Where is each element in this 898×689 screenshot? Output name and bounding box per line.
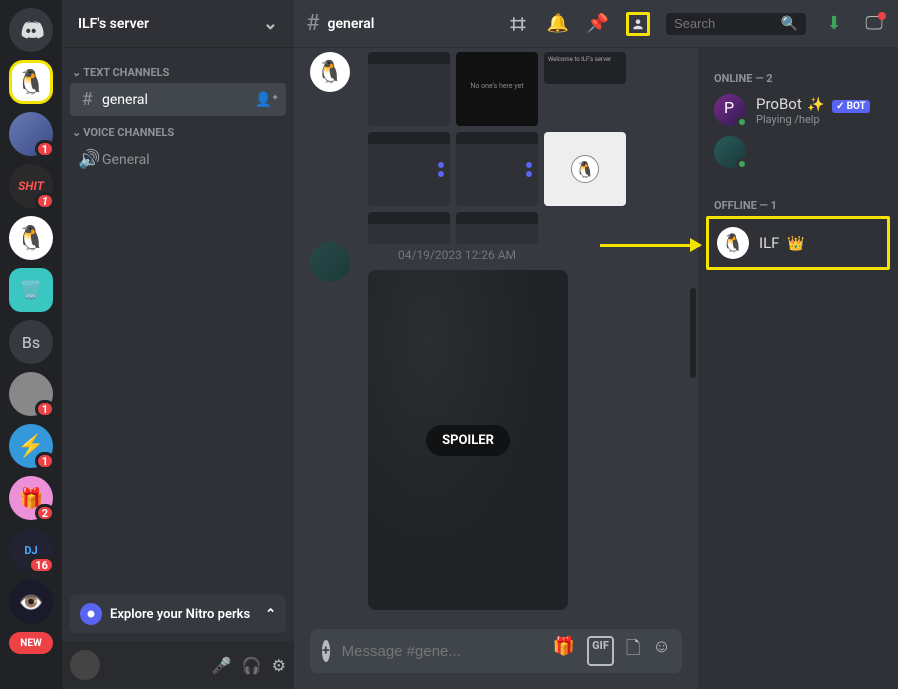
chevron-up-icon: ⌃ (265, 607, 276, 622)
spoiler-label: SPOILER (426, 425, 510, 456)
voice-channel-general[interactable]: 🔊 General (70, 143, 286, 176)
member-probot[interactable]: P ProBot ✨ ✓ BOT Playing /help (706, 89, 890, 131)
spoiler-attachment[interactable]: SPOILER (368, 270, 568, 610)
member-list: ONLINE — 2 P ProBot ✨ ✓ BOT Playing /hel… (698, 48, 898, 689)
settings-icon[interactable]: ⚙ (272, 656, 286, 675)
main-area: # general 🔔 📌 🔍 ⬇ 🖵 🐧 (294, 0, 898, 689)
member-item[interactable] (706, 131, 890, 173)
server-icon[interactable]: ⚡ 1 (9, 424, 53, 468)
server-icon[interactable]: 🗑️ (9, 268, 53, 312)
attachment-thumbnail[interactable] (368, 212, 450, 244)
notification-badge: 1 (35, 140, 55, 158)
attachment-thumbnail[interactable]: 🐧 (544, 132, 626, 206)
server-icon-new[interactable]: NEW (9, 632, 53, 654)
message: 04/19/2023 12:26 AM SPOILER (310, 242, 682, 610)
mute-icon[interactable]: 🎤 (212, 656, 232, 675)
hash-icon: # (78, 89, 96, 110)
self-username[interactable] (106, 658, 206, 673)
category-voice-channels[interactable]: ⌄ VOICE CHANNELS (70, 116, 286, 143)
notification-badge: 16 (28, 556, 55, 574)
threads-icon[interactable] (506, 12, 530, 36)
server-icon[interactable]: 🐧 (9, 216, 53, 260)
nitro-icon (80, 603, 102, 625)
member-name: ProBot (756, 95, 802, 113)
member-ilf[interactable]: 🐧 ILF 👑 (706, 216, 890, 270)
channel-sidebar: ILF's server ⌄ ⌄ TEXT CHANNELS # general… (62, 0, 294, 689)
server-icon-ilf[interactable]: 🐧 (9, 60, 53, 104)
server-icon[interactable]: DJ 16 (9, 528, 53, 572)
notification-badge: 1 (35, 192, 55, 210)
server-name: ILF's server (78, 16, 149, 32)
message-avatar[interactable]: 🐧 (310, 52, 350, 92)
member-avatar (714, 136, 746, 168)
members-online-heading: ONLINE — 2 (706, 64, 890, 89)
deafen-icon[interactable]: 🎧 (242, 656, 262, 675)
members-toggle-icon[interactable] (626, 12, 650, 36)
sticker-icon[interactable]: 🗋 (626, 636, 640, 666)
channel-list: ⌄ TEXT CHANNELS # general 👤⁺ ⌄ VOICE CHA… (62, 48, 294, 587)
bot-tag: ✓ BOT (832, 100, 870, 113)
download-icon[interactable]: ⬇ (822, 12, 846, 36)
chevron-down-icon: ⌄ (72, 126, 81, 139)
server-list: 🐧 1 SHIT 1 🐧 🗑️ Bs 1 ⚡ 1 🎁 2 DJ 16 👁️ NE… (0, 0, 62, 689)
channel-title: general (328, 16, 375, 32)
server-icon[interactable]: 🎁 2 (9, 476, 53, 520)
notification-badge: 2 (35, 504, 55, 522)
channel-general[interactable]: # general 👤⁺ (70, 83, 286, 116)
inbox-icon[interactable]: 🖵 (862, 12, 886, 36)
members-offline-heading: OFFLINE — 1 (706, 191, 890, 216)
hash-icon: # (306, 11, 320, 36)
attachment-thumbnail[interactable]: Welcome to ILF's server (544, 52, 626, 84)
chevron-down-icon: ⌄ (263, 13, 278, 34)
attachment-thumbnail[interactable] (368, 52, 450, 126)
server-icon[interactable]: 1 (9, 372, 53, 416)
user-panel: 🎤 🎧 ⚙ (62, 641, 294, 689)
attachment-thumbnail[interactable]: No one's here yet (456, 52, 538, 126)
member-avatar: 🐧 (717, 227, 749, 259)
search-box[interactable]: 🔍 (666, 13, 806, 35)
nitro-perks-banner[interactable]: Explore your Nitro perks ⌃ (70, 595, 286, 633)
server-header[interactable]: ILF's server ⌄ (62, 0, 294, 48)
search-input[interactable] (674, 16, 775, 31)
message-input-bar: + 🎁 GIF 🗋 ☺ (310, 629, 682, 673)
create-invite-icon[interactable]: 👤⁺ (255, 92, 278, 108)
emoji-icon[interactable]: ☺ (652, 636, 670, 666)
gift-icon[interactable]: 🎁 (553, 636, 575, 666)
member-activity: Playing /help (756, 113, 870, 126)
attachment-thumbnail[interactable] (456, 212, 538, 244)
category-text-channels[interactable]: ⌄ TEXT CHANNELS (70, 56, 286, 83)
member-name: ILF (759, 234, 779, 252)
server-icon[interactable]: 1 (9, 112, 53, 156)
notifications-icon[interactable]: 🔔 (546, 12, 570, 36)
attach-icon[interactable]: + (322, 640, 330, 662)
attachment-thumbnail[interactable] (368, 132, 450, 206)
chevron-down-icon: ⌄ (72, 66, 81, 79)
message-avatar[interactable] (310, 242, 350, 282)
sparkle-icon: ✨ (807, 97, 824, 113)
notification-badge: 1 (35, 400, 55, 418)
server-icon[interactable]: 👁️ (9, 580, 53, 624)
discord-home-icon[interactable] (9, 8, 53, 52)
crown-icon: 👑 (787, 236, 804, 252)
gif-icon[interactable]: GIF (587, 636, 614, 666)
notification-badge: 1 (35, 452, 55, 470)
attachment-grid: No one's here yet Welcome to ILF's serve… (368, 52, 638, 244)
pinned-icon[interactable]: 📌 (586, 12, 610, 36)
search-icon: 🔍 (781, 16, 798, 32)
channel-header: # general 🔔 📌 🔍 ⬇ 🖵 (294, 0, 898, 48)
annotation-arrow (600, 244, 700, 247)
status-online-icon (736, 158, 748, 170)
member-avatar: P (714, 94, 746, 126)
server-icon[interactable]: SHIT 1 (9, 164, 53, 208)
chat-area: 🐧 No one's here yet Welcome to ILF's ser… (294, 48, 698, 689)
attachment-thumbnail[interactable] (456, 132, 538, 206)
speaker-icon: 🔊 (78, 149, 96, 170)
scrollbar[interactable] (690, 288, 696, 378)
message-list: 🐧 No one's here yet Welcome to ILF's ser… (294, 48, 698, 629)
status-online-icon (736, 116, 748, 128)
self-avatar[interactable] (70, 650, 100, 680)
message-input[interactable] (342, 643, 541, 660)
server-icon[interactable]: Bs (9, 320, 53, 364)
